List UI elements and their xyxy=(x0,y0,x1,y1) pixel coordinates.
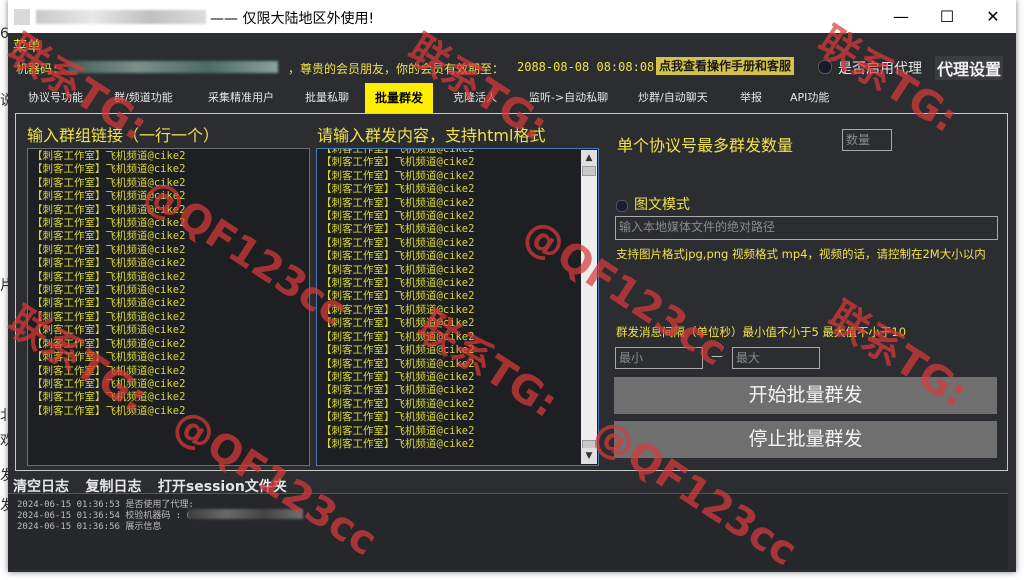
text-line: 【刺客工作室】飞机频道@cike2 xyxy=(32,310,186,323)
text-line: 【刺客工作室】飞机频道@cike2 xyxy=(321,236,475,249)
tab-bulk-dm[interactable]: 批量私聊 xyxy=(305,83,349,113)
text-line: 【刺客工作室】飞机频道@cike2 xyxy=(32,163,186,176)
bulk-group-send-panel: 输入群组链接（一行一个） 【刺客工作室】飞机频道@cike2 【刺客工作室】飞机频… xyxy=(15,113,1008,471)
tab-bulk-group-send[interactable]: 批量群发 xyxy=(365,83,434,113)
log-output[interactable]: 2024-06-15 01:36:53 是否使用了代理: 2024-06-15 … xyxy=(8,493,1008,569)
vip-expiry-date: 2088-08-08 08:08:08 xyxy=(517,60,655,74)
text-line: 【刺客工作室】飞机频道@cike2 xyxy=(321,263,475,276)
interval-max-input[interactable]: 最大 xyxy=(732,347,820,369)
tab-api[interactable]: API功能 xyxy=(790,83,829,113)
tab-report[interactable]: 举报 xyxy=(740,83,762,113)
tab-bar: 协议号功能 群/频道功能 采集精准用户 批量私聊 批量群发 克隆活人 监听->自… xyxy=(16,83,1006,113)
stop-bulk-send-button[interactable]: 停止批量群发 xyxy=(614,421,997,458)
text-line: 【刺客工作室】飞机频道@cike2 xyxy=(32,176,186,189)
log-line: 2024-06-15 01:36:56 展示信息 xyxy=(17,522,162,532)
machine-code-label: 机器码: xyxy=(16,62,60,76)
scroll-thumb[interactable] xyxy=(582,166,596,176)
tab-clone-users[interactable]: 克隆活人 xyxy=(453,83,497,113)
text-line: 【刺客工作室】飞机频道@cike2 xyxy=(32,190,186,203)
tab-auto-chat[interactable]: 炒群/自动聊天 xyxy=(638,83,708,113)
vip-text: ，尊贵的会员朋友，你的会员有效期至： xyxy=(288,62,505,76)
scroll-down-icon[interactable]: ▼ xyxy=(581,448,597,464)
text-line: 【刺客工作室】飞机频道@cike2 xyxy=(32,257,186,270)
text-line: 【刺客工作室】飞机频道@cike2 xyxy=(321,317,475,330)
minimize-button[interactable]: — xyxy=(878,0,924,33)
text-line: 【刺客工作室】飞机频道@cike2 xyxy=(32,243,186,256)
text-line: 【刺客工作室】飞机频道@cike2 xyxy=(321,303,475,316)
text-line: 【刺客工作室】飞机频道@cike2 xyxy=(32,391,186,404)
message-scrollbar[interactable]: ▲ ▼ xyxy=(581,150,597,464)
text-line: 【刺客工作室】飞机频道@cike2 xyxy=(321,223,475,236)
blurred-app-name xyxy=(36,10,206,24)
tab-monitor-auto-dm[interactable]: 监听->自动私聊 xyxy=(529,83,608,113)
text-line: 【刺客工作室】飞机频道@cike2 xyxy=(32,337,186,350)
group-links-textarea[interactable]: 【刺客工作室】飞机频道@cike2 【刺客工作室】飞机频道@cike2 【刺客工作室… xyxy=(27,148,310,466)
text-line: 【刺客工作室】飞机频道@cike2 xyxy=(321,437,475,450)
group-links-heading: 输入群组链接（一行一个） xyxy=(27,126,220,145)
text-line: 【刺客工作室】飞机频道@cike2 xyxy=(321,357,475,370)
text-line: 【刺客工作室】飞机频道@cike2 xyxy=(321,156,475,169)
interval-min-input[interactable]: 最小 xyxy=(615,347,703,369)
text-line: 【刺客工作室】飞机频道@cike2 xyxy=(321,183,475,196)
text-line: 【刺客工作室】飞机频道@cike2 xyxy=(321,330,475,343)
text-line: 【刺客工作室】飞机频道@cike2 xyxy=(32,364,186,377)
max-per-account-label: 单个协议号最多群发数量 xyxy=(617,136,794,155)
media-mode-radio[interactable] xyxy=(616,200,628,212)
text-line: 【刺客工作室】飞机频道@cike2 xyxy=(32,404,186,417)
text-line: 【刺客工作室】飞机频道@cike2 xyxy=(32,217,186,230)
tab-protocol-account[interactable]: 协议号功能 xyxy=(28,83,83,113)
text-line: 【刺客工作室】飞机频道@cike2 xyxy=(32,297,186,310)
log-blurred-code xyxy=(188,509,303,519)
message-content-text: 【刺客工作室】飞机频道@cike2 【刺客工作室】飞机频道@cike2 【刺客工作室… xyxy=(321,149,475,451)
window-title: —— 仅限大陆地区外使用! xyxy=(210,11,375,27)
start-bulk-send-button[interactable]: 开始批量群发 xyxy=(614,377,997,414)
text-line: 【刺客工作室】飞机频道@cike2 xyxy=(321,384,475,397)
manual-and-support-button[interactable]: 点我查看操作手册和客服 xyxy=(656,57,795,75)
text-line: 【刺客工作室】飞机频道@cike2 xyxy=(321,290,475,303)
app-icon xyxy=(14,9,30,25)
text-line: 【刺客工作室】飞机频道@cike2 xyxy=(321,424,475,437)
text-line: 【刺客工作室】飞机频道@cike2 xyxy=(321,169,475,182)
proxy-settings-button[interactable]: 代理设置 xyxy=(935,56,1004,80)
text-line: 【刺客工作室】飞机频道@cike2 xyxy=(321,250,475,263)
text-line: 【刺客工作室】飞机频道@cike2 xyxy=(321,210,475,223)
text-line: 【刺客工作室】飞机频道@cike2 xyxy=(32,284,186,297)
menu-label[interactable]: 菜单 xyxy=(13,36,41,56)
text-line: 【刺客工作室】飞机频道@cike2 xyxy=(321,196,475,209)
text-line: 【刺客工作室】飞机频道@cike2 xyxy=(321,277,475,290)
text-line: 【刺客工作室】飞机频道@cike2 xyxy=(32,203,186,216)
proxy-toggle-label[interactable]: 是否启用代理 xyxy=(838,58,922,78)
title-bar: —— 仅限大陆地区外使用! — ☐ ✕ xyxy=(8,0,1016,33)
machine-code-blurred xyxy=(68,61,278,73)
message-content-textarea[interactable]: 【刺客工作室】飞机频道@cike2 【刺客工作室】飞机频道@cike2 【刺客工作室… xyxy=(316,148,599,466)
tab-group-channel[interactable]: 群/频道功能 xyxy=(114,83,173,113)
text-line: 【刺客工作室】飞机频道@cike2 xyxy=(32,377,186,390)
text-line: 【刺客工作室】飞机频道@cike2 xyxy=(321,370,475,383)
interval-dash: — xyxy=(711,349,723,363)
text-line: 【刺客工作室】飞机频道@cike2 xyxy=(321,411,475,424)
media-mode-label[interactable]: 图文模式 xyxy=(634,194,690,214)
maximize-button[interactable]: ☐ xyxy=(924,0,970,33)
info-bar: 机器码: ，尊贵的会员朋友，你的会员有效期至： 2088-08-08 08:08… xyxy=(8,56,1016,80)
proxy-radio[interactable] xyxy=(818,60,832,74)
group-links-content: 【刺客工作室】飞机频道@cike2 【刺客工作室】飞机频道@cike2 【刺客工作室… xyxy=(32,150,185,418)
text-line: 【刺客工作室】飞机频道@cike2 xyxy=(32,150,186,162)
message-content-heading: 请输入群发内容，支持html格式 xyxy=(317,126,546,145)
media-path-input[interactable]: 输入本地媒体文件的绝对路径 xyxy=(615,216,998,240)
max-per-account-input[interactable]: 数量 xyxy=(842,129,892,151)
close-button[interactable]: ✕ xyxy=(970,0,1016,33)
text-line: 【刺客工作室】飞机频道@cike2 xyxy=(32,230,186,243)
scroll-up-icon[interactable]: ▲ xyxy=(581,150,597,166)
media-format-hint: 支持图片格式jpg,png 视频格式 mp4，视频的话，请控制在2M大小以内 xyxy=(616,247,986,261)
text-line: 【刺客工作室】飞机频道@cike2 xyxy=(32,324,186,337)
text-line: 【刺客工作室】飞机频道@cike2 xyxy=(32,270,186,283)
text-line: 【刺客工作室】飞机频道@cike2 xyxy=(32,351,186,364)
tab-collect-users[interactable]: 采集精准用户 xyxy=(208,83,274,113)
send-interval-label: 群发消息间隔（单位秒）最小值不小于5 最大值不小于10 xyxy=(616,325,907,339)
text-line: 【刺客工作室】飞机频道@cike2 xyxy=(321,344,475,357)
app-window: —— 仅限大陆地区外使用! — ☐ ✕ 菜单 机器码: ，尊贵的会员朋友，你的会… xyxy=(8,0,1016,572)
text-line: 【刺客工作室】飞机频道@cike2 xyxy=(321,397,475,410)
